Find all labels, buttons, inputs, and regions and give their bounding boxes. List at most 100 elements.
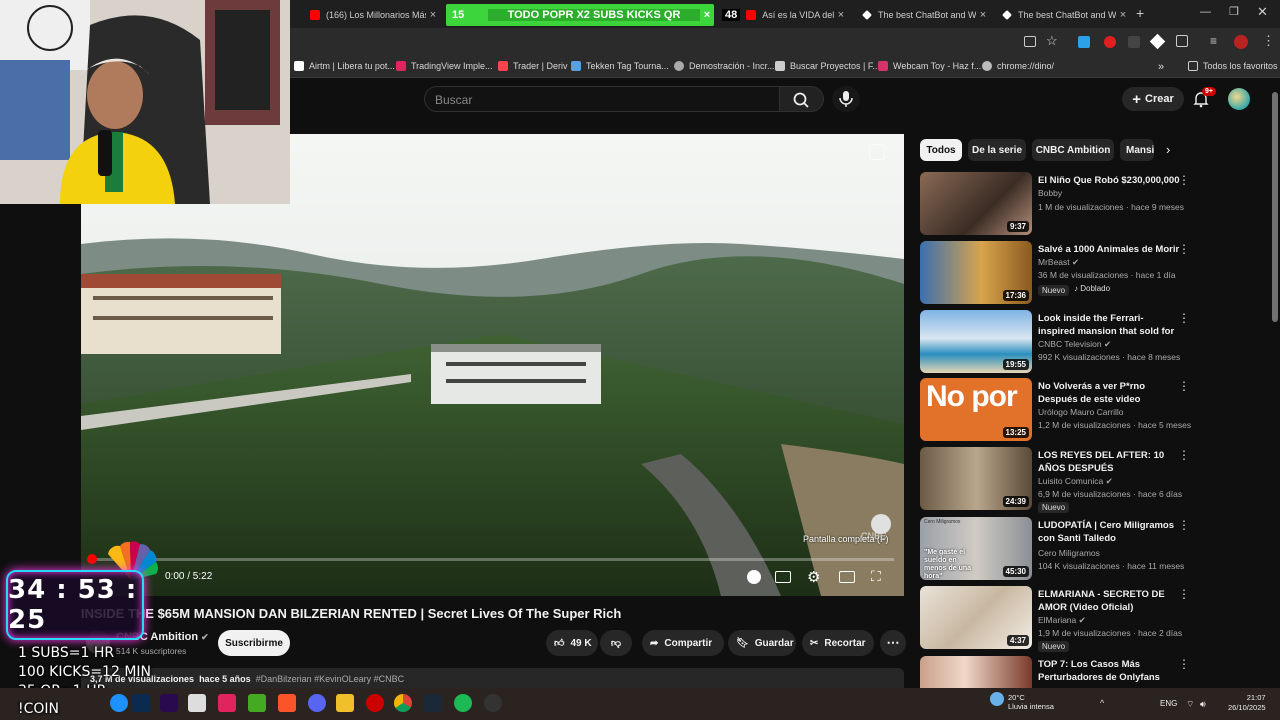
browser-tab[interactable]: (166) Los Millonarios Más ×: [304, 4, 440, 26]
notifications-button[interactable]: 9+: [1192, 87, 1216, 113]
new-tab-button[interactable]: +: [1136, 5, 1144, 21]
clock[interactable]: 21:07 26/10/2025: [1228, 693, 1266, 713]
like-button[interactable]: 👍︎ 49 K: [546, 630, 598, 656]
menu-lines-icon[interactable]: ≡: [1210, 34, 1217, 48]
bookmark-item[interactable]: TradingView Imple...: [396, 61, 493, 71]
bookmark-item[interactable]: Webcam Toy - Haz f...: [878, 61, 981, 71]
share-button[interactable]: ➦ Compartir: [642, 630, 724, 656]
close-tab-icon[interactable]: ×: [834, 9, 848, 21]
app-icon[interactable]: [188, 694, 206, 712]
kebab-menu-icon[interactable]: ⋮: [1178, 588, 1190, 600]
browser-tab[interactable]: 48 Así es la VIDA del M ×: [716, 4, 848, 26]
folder-icon[interactable]: [336, 694, 354, 712]
weather-icon[interactable]: [990, 692, 1004, 706]
close-tab-icon[interactable]: ×: [700, 9, 714, 21]
kebab-menu-icon[interactable]: ⋮: [1178, 380, 1190, 392]
close-tab-icon[interactable]: ×: [976, 9, 990, 21]
brave-icon[interactable]: [278, 694, 296, 712]
bookmark-item[interactable]: Tekken Tag Tourna...: [571, 61, 669, 71]
bookmark-item[interactable]: Trader | Deriv: [498, 61, 568, 71]
kebab-menu-icon[interactable]: ⋮: [1178, 449, 1190, 461]
browser-tab-active[interactable]: 15 TODO POPR X2 SUBS KICKS QR ×: [446, 4, 714, 26]
bookmark-item[interactable]: chrome://dino/: [982, 61, 1054, 71]
chevron-right-icon[interactable]: ›: [1166, 142, 1170, 157]
volume-icon[interactable]: 🔊︎: [1200, 699, 1206, 710]
profile-avatar[interactable]: [1234, 35, 1248, 49]
extensions-puzzle-icon[interactable]: [1176, 35, 1188, 47]
autoplay-toggle[interactable]: [747, 570, 761, 584]
minecraft-icon[interactable]: [248, 694, 266, 712]
list-item[interactable]: 9:37 El Niño Que Robó $230,000,000 Bobby…: [920, 172, 1190, 236]
bookmark-item[interactable]: Airtm | Libera tu pot...: [294, 61, 395, 71]
video-thumbnail[interactable]: No por 13:25: [920, 378, 1032, 441]
search-input[interactable]: Buscar: [424, 86, 780, 112]
extension-icon[interactable]: [1078, 36, 1090, 48]
list-item[interactable]: Cero Miligramos "Me gasté el sueldo en m…: [920, 517, 1190, 581]
video-thumbnail[interactable]: Cero Miligramos "Me gasté el sueldo en m…: [920, 517, 1032, 580]
bookmark-item[interactable]: Buscar Proyectos | F...: [775, 61, 880, 71]
browser-tab[interactable]: The best ChatBot and W ×: [856, 4, 990, 26]
extension-icon[interactable]: [1104, 36, 1116, 48]
video-thumbnail[interactable]: 24:39: [920, 447, 1032, 510]
chrome-icon[interactable]: [394, 694, 412, 712]
dislike-button[interactable]: 👎︎: [600, 630, 632, 656]
theater-mode-icon[interactable]: [839, 571, 855, 583]
kebab-menu-icon[interactable]: ⋮: [1178, 658, 1190, 670]
chip-todos[interactable]: Todos: [920, 139, 962, 161]
close-tab-icon[interactable]: ×: [426, 9, 440, 21]
maximize-icon[interactable]: ❐: [1229, 5, 1239, 18]
minimize-icon[interactable]: —: [1200, 6, 1211, 18]
browser-tab[interactable]: The best ChatBot and W ×: [996, 4, 1130, 26]
video-thumbnail[interactable]: 19:55: [920, 310, 1032, 373]
info-icon[interactable]: [869, 144, 885, 160]
photoshop-icon[interactable]: [132, 694, 150, 712]
more-actions-button[interactable]: ⋯: [880, 630, 906, 656]
premiere-icon[interactable]: [160, 694, 178, 712]
install-icon[interactable]: [1024, 36, 1036, 47]
bookmark-item[interactable]: Demostración - Incr...: [674, 61, 775, 71]
search-button[interactable]: [780, 86, 824, 112]
create-button[interactable]: + Crear: [1122, 87, 1184, 111]
weather-widget[interactable]: 20°C Lluvia intensa: [1008, 693, 1054, 711]
avatar[interactable]: [1228, 88, 1250, 110]
extension-icon[interactable]: [1128, 36, 1140, 48]
fullscreen-icon[interactable]: ⛶: [871, 568, 881, 585]
all-favorites[interactable]: Todos los favoritos: [1188, 61, 1278, 71]
list-item[interactable]: TOP 7: Los Casos Más Perturbadores de On…: [920, 656, 1190, 688]
spotify-icon[interactable]: [454, 694, 472, 712]
list-item[interactable]: 19:55 Look inside the Ferrari-inspired m…: [920, 310, 1190, 374]
video-thumbnail[interactable]: 17:36: [920, 241, 1032, 304]
close-tab-icon[interactable]: ×: [1116, 9, 1130, 21]
list-item[interactable]: 17:36 Salvé a 1000 Animales de Morir MrB…: [920, 241, 1190, 305]
kebab-menu-icon[interactable]: ⋮: [1262, 33, 1275, 49]
bookmark-star-icon[interactable]: ☆: [1046, 33, 1058, 49]
list-item[interactable]: 24:39 LOS REYES DEL AFTER: 10 AÑOS DESPU…: [920, 447, 1190, 513]
video-thumbnail[interactable]: [920, 656, 1032, 688]
scrollbar-thumb[interactable]: [1272, 92, 1278, 322]
app-icon[interactable]: [218, 694, 236, 712]
wifi-icon[interactable]: ⌔: [1186, 699, 1194, 710]
captions-icon[interactable]: [775, 571, 791, 583]
language-indicator[interactable]: ENG: [1160, 699, 1177, 708]
list-item[interactable]: No por 13:25 No Volverás a ver P*rno Des…: [920, 378, 1191, 442]
video-thumbnail[interactable]: 4:37: [920, 586, 1032, 649]
obs-icon[interactable]: [484, 694, 502, 712]
edge-icon[interactable]: [110, 694, 128, 712]
discord-icon[interactable]: [308, 694, 326, 712]
voice-search-button[interactable]: [832, 86, 860, 112]
subscribe-button[interactable]: Suscribirme: [218, 630, 290, 656]
chip-cnbc-ambition[interactable]: CNBC Ambition: [1032, 139, 1114, 161]
save-button[interactable]: 🔖︎ Guardar: [728, 630, 796, 656]
more-bookmarks-icon[interactable]: »: [1158, 61, 1164, 73]
tray-chevron-icon[interactable]: ^: [1100, 698, 1104, 708]
kebab-menu-icon[interactable]: ⋮: [1178, 243, 1190, 255]
video-thumbnail[interactable]: 9:37: [920, 172, 1032, 235]
steam-icon[interactable]: [424, 694, 442, 712]
extension-icon[interactable]: [1149, 33, 1166, 50]
settings-gear-icon[interactable]: ⚙: [807, 568, 820, 586]
app-icon[interactable]: [366, 694, 384, 712]
chip-mansion[interactable]: Mansi: [1120, 139, 1154, 161]
kebab-menu-icon[interactable]: ⋮: [1178, 312, 1190, 324]
kebab-menu-icon[interactable]: ⋮: [1178, 174, 1190, 186]
progress-bar[interactable]: [91, 558, 894, 561]
